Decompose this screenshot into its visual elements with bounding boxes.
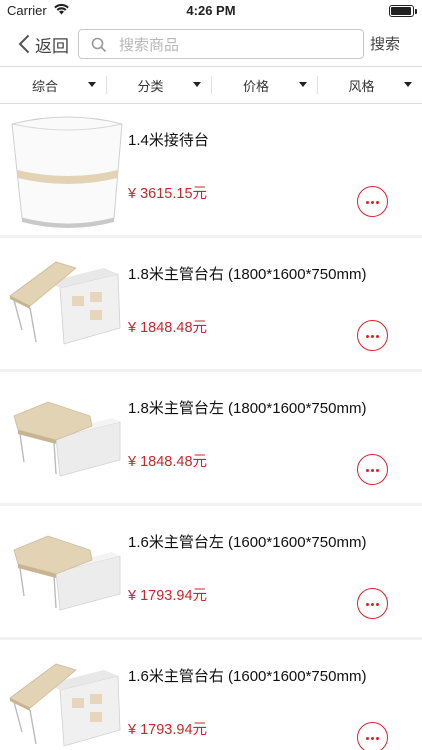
more-options-button[interactable] xyxy=(357,186,388,217)
more-options-button[interactable] xyxy=(357,320,388,351)
product-image-desk-right xyxy=(9,261,121,345)
filter-label: 分类 xyxy=(137,79,164,94)
battery-icon xyxy=(389,5,417,17)
dropdown-arrow-icon xyxy=(298,82,307,87)
filter-label: 综合 xyxy=(31,79,58,94)
product-name: 1.6米主管台右 (1600*1600*750mm) xyxy=(128,668,367,685)
more-options-button[interactable] xyxy=(357,588,388,619)
product-image-reception-desk xyxy=(11,116,123,228)
filter-bar: 综合 分类 价格 风格 xyxy=(0,66,422,104)
product-image-desk-left xyxy=(13,535,121,611)
product-price: ¥ 1793.94元 xyxy=(128,722,208,738)
product-name: 1.8米主管台左 (1800*1600*750mm) xyxy=(128,400,367,417)
search-icon xyxy=(91,37,107,53)
filter-label: 价格 xyxy=(242,79,269,94)
filter-price[interactable]: 价格 xyxy=(211,67,317,103)
product-image-desk-left xyxy=(13,401,121,477)
dropdown-arrow-icon xyxy=(87,82,96,87)
status-bar: Carrier 4:26 PM xyxy=(0,0,422,22)
product-price: ¥ 1793.94元 xyxy=(128,588,208,604)
back-button[interactable]: 返回 xyxy=(18,31,69,57)
more-options-button[interactable] xyxy=(357,454,388,485)
filter-category[interactable]: 分类 xyxy=(105,67,212,103)
product-name: 1.6米主管台左 (1600*1600*750mm) xyxy=(128,534,367,551)
search-field[interactable] xyxy=(78,29,364,59)
dropdown-arrow-icon xyxy=(404,82,412,87)
product-name: 1.8米主管台右 (1800*1600*750mm) xyxy=(128,266,367,283)
product-item[interactable]: 1.8米主管台左 (1800*1600*750mm) ¥ 1848.48元 xyxy=(0,372,422,503)
filter-comprehensive[interactable]: 综合 xyxy=(0,67,106,103)
filter-label: 风格 xyxy=(348,79,375,94)
clock: 4:26 PM xyxy=(186,3,236,18)
more-options-button[interactable] xyxy=(357,722,388,750)
app-screen: Carrier 4:26 PM 返回 搜索 综合 分类 价格 风格 xyxy=(0,0,422,750)
product-price: ¥ 1848.48元 xyxy=(128,454,208,470)
product-price: ¥ 3615.15元 xyxy=(128,186,208,202)
dropdown-arrow-icon xyxy=(193,82,201,87)
navigation-bar: 返回 搜索 xyxy=(0,22,422,66)
product-item[interactable]: 1.6米主管台右 (1600*1600*750mm) ¥ 1793.94元 xyxy=(0,640,422,750)
back-label: 返回 xyxy=(35,36,69,56)
product-item[interactable]: 1.6米主管台左 (1600*1600*750mm) ¥ 1793.94元 xyxy=(0,506,422,637)
product-item[interactable]: 1.4米接待台 ¥ 3615.15元 xyxy=(0,104,422,235)
chevron-left-icon xyxy=(18,34,30,54)
product-item[interactable]: 1.8米主管台右 (1800*1600*750mm) ¥ 1848.48元 xyxy=(0,238,422,369)
product-list: 1.4米接待台 ¥ 3615.15元 1.8米主管台右 (1800*1600*7… xyxy=(0,104,422,750)
product-image-desk-right xyxy=(9,663,121,747)
filter-style[interactable]: 风格 xyxy=(316,67,422,103)
search-button[interactable]: 搜索 xyxy=(370,33,400,54)
product-name: 1.4米接待台 xyxy=(128,132,209,149)
search-input[interactable] xyxy=(119,33,354,57)
product-price: ¥ 1848.48元 xyxy=(128,320,208,336)
